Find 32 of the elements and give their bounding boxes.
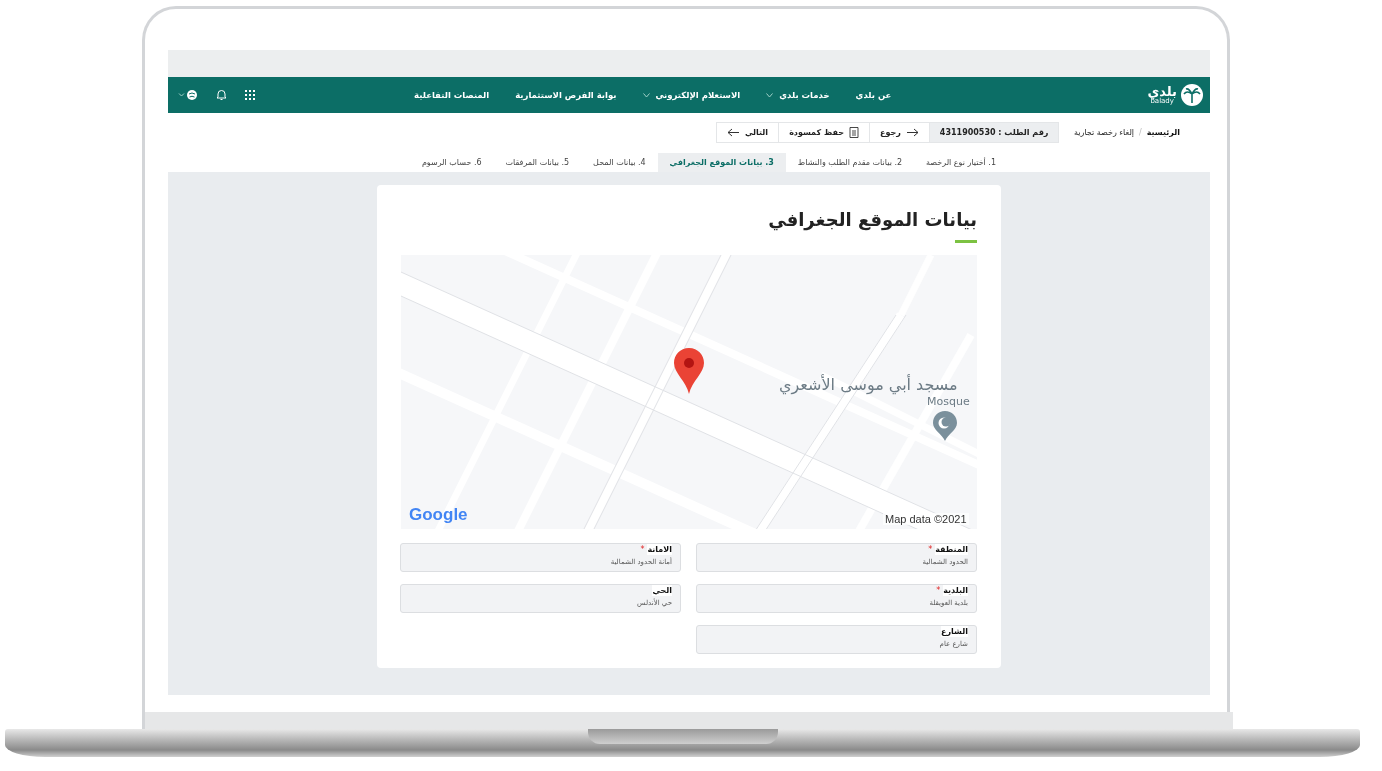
field-label: الامانة (647, 544, 672, 555)
place-label: مسجد أبي موسى الأشعري (779, 375, 958, 394)
map-attribution: Map data ©2021 (883, 513, 969, 525)
nav-link[interactable]: خدمات بلدي (766, 90, 830, 100)
document-icon (849, 126, 859, 138)
field-label: البلدية (943, 585, 968, 596)
bell-icon[interactable] (216, 89, 227, 101)
globe-icon[interactable] (178, 89, 198, 101)
nav-link[interactable]: بوابة الفرص الاستثمارية (515, 90, 617, 100)
field-label: الشارع (941, 626, 968, 637)
field-label: الحي (652, 585, 672, 596)
palm-logo-icon (1180, 83, 1204, 107)
nav-link[interactable]: عن بلدي (855, 90, 892, 100)
breadcrumb-separator: / (1139, 127, 1142, 137)
nav-link[interactable]: المنصات التفاعلية (414, 90, 490, 100)
arrow-left-icon (727, 127, 740, 137)
field-label: المنطقة (935, 544, 968, 555)
required-mark: * (640, 544, 645, 555)
logo-text: بلدي (1147, 85, 1177, 98)
nav-link[interactable]: الاستعلام الإلكتروني (642, 90, 741, 100)
breadcrumb-link[interactable]: الرئيسية (1146, 127, 1180, 137)
apps-grid-icon[interactable] (245, 90, 255, 100)
mosque-pin-icon (932, 410, 958, 442)
place-type-label: Mosque (927, 395, 970, 408)
arrow-right-icon (905, 127, 919, 137)
required-mark: * (936, 585, 941, 596)
breadcrumb-current: إلغاء رخصة تجارية (1074, 127, 1135, 137)
required-mark: * (928, 544, 933, 555)
section-title: بيانات الموقع الجغرافي (767, 209, 977, 230)
map-pin-icon (673, 347, 705, 395)
map-brand-logo: Google (409, 505, 468, 525)
request-number: رقم الطلب : 4311900530 (929, 122, 1059, 142)
